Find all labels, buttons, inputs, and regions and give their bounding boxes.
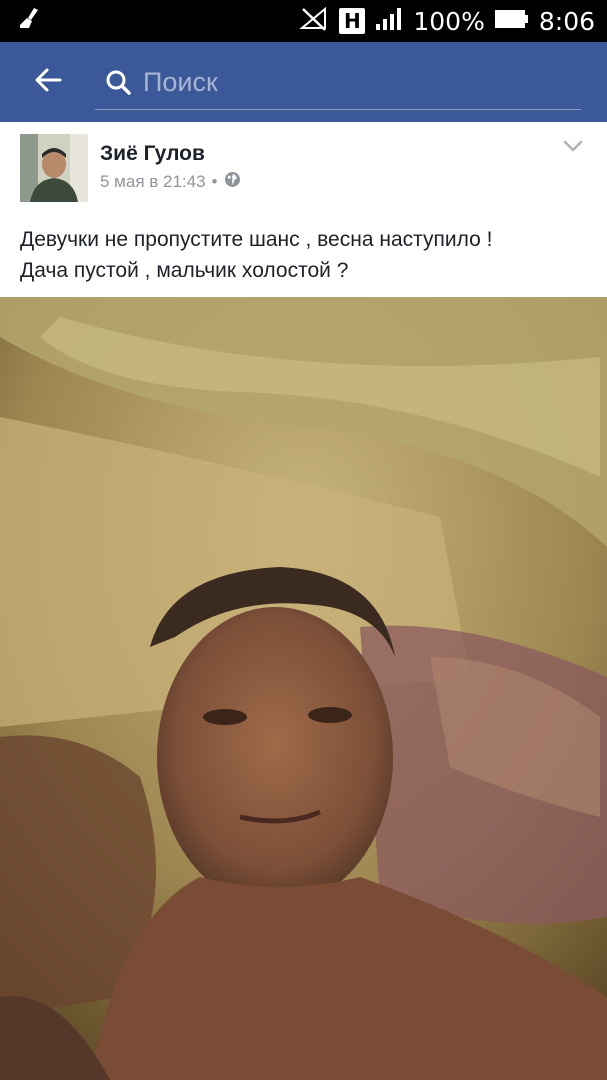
post-meta: 5 мая в 21:43 • xyxy=(100,171,241,193)
back-button[interactable] xyxy=(0,42,95,122)
battery-percent: 100% xyxy=(413,6,485,36)
back-arrow-icon xyxy=(33,65,63,100)
signal-bars-icon xyxy=(375,6,403,37)
search-icon xyxy=(105,69,131,95)
author-name[interactable]: Зиё Гулов xyxy=(100,142,205,166)
post-text-line: Дача пустой , мальчик холостой ? xyxy=(20,259,349,282)
post-text: Девучки не пропустите шанс , весна насту… xyxy=(20,224,590,286)
app-bar xyxy=(0,42,607,122)
search-input[interactable] xyxy=(143,66,523,98)
post-options-button[interactable] xyxy=(561,134,585,158)
post-card: Зиё Гулов 5 мая в 21:43 • Девучки не про… xyxy=(0,122,607,298)
globe-icon xyxy=(224,171,241,193)
search-underline xyxy=(95,109,581,110)
chevron-down-icon xyxy=(561,140,585,162)
screen: H 100% 8:06 Поиск Зиё Гулов 5 мая в 21:4… xyxy=(0,0,607,1080)
post-text-line: Девучки не пропустите шанс , весна насту… xyxy=(20,228,493,251)
post-date[interactable]: 5 мая в 21:43 xyxy=(100,172,206,192)
search-bar[interactable] xyxy=(95,42,581,122)
broom-icon xyxy=(16,6,42,37)
status-bar: H 100% 8:06 xyxy=(0,0,607,42)
battery-icon xyxy=(494,8,529,35)
no-signal-icon xyxy=(299,6,329,37)
network-h-icon: H xyxy=(339,8,366,34)
clock: 8:06 xyxy=(538,6,595,36)
avatar[interactable] xyxy=(20,134,88,202)
post-photo[interactable] xyxy=(0,297,607,1080)
meta-separator: • xyxy=(211,172,218,191)
